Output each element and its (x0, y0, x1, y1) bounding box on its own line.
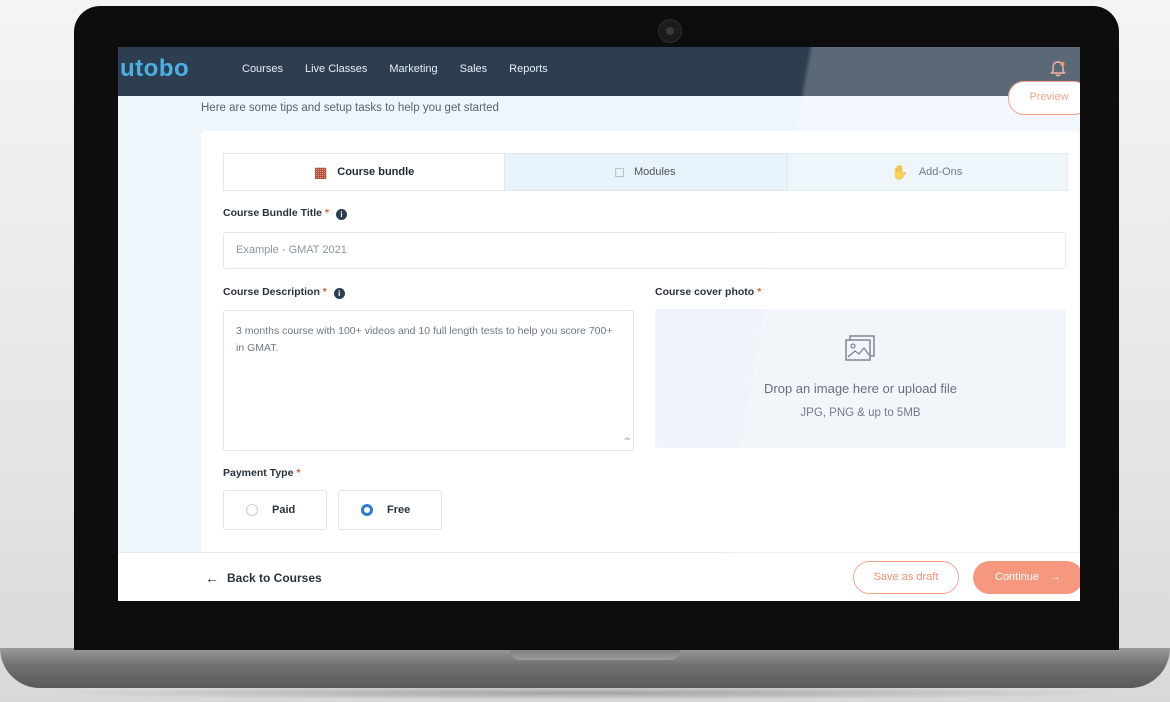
description-text: 3 months course with 100+ videos and 10 … (236, 325, 613, 354)
course-form-card: ▦ Course bundle □ Modules ✋ Add-Ons Cour… (201, 131, 1079, 601)
save-draft-button[interactable]: Save as draft (853, 561, 959, 594)
tab-label: Modules (633, 166, 676, 178)
nav-sales[interactable]: Sales (460, 63, 488, 75)
tab-label: Course bundle (337, 166, 415, 178)
required-mark: * (757, 286, 762, 298)
radio-selected-icon[interactable] (361, 504, 373, 516)
option-label: Free (387, 504, 411, 516)
option-label: Paid (272, 504, 296, 516)
webcam (658, 19, 682, 43)
tab-modules[interactable]: □ Modules (505, 154, 787, 190)
dropzone-title: Drop an image here or upload file (764, 381, 957, 396)
arrow-right-icon: → (1050, 571, 1062, 583)
course-bundle-title-input[interactable]: Example - GMAT 2021 (223, 232, 1066, 269)
laptop-shadow (40, 686, 1130, 700)
tab-add-ons[interactable]: ✋ Add-Ons (787, 154, 1067, 190)
app-screen: utobo Courses Live Classes Marketing Sal… (118, 47, 1080, 601)
preview-button[interactable]: Preview (1008, 81, 1080, 115)
main-nav: Courses Live Classes Marketing Sales Rep… (242, 63, 548, 75)
course-cover-photo-label: Course cover photo * (655, 286, 761, 298)
payment-option-paid[interactable]: Paid (223, 490, 327, 530)
tips-text: Here are some tips and setup tasks to he… (201, 102, 499, 114)
bundle-icon: ▦ (314, 163, 328, 180)
nav-marketing[interactable]: Marketing (389, 63, 437, 75)
arrow-left-icon: ← (205, 570, 219, 586)
course-description-textarea[interactable]: 3 months course with 100+ videos and 10 … (223, 310, 634, 451)
label-text: Payment Type (223, 467, 294, 479)
back-to-courses-link[interactable]: ← Back to Courses (205, 570, 322, 586)
nav-live-classes[interactable]: Live Classes (305, 63, 367, 75)
window-icon: □ (615, 164, 624, 180)
dropzone-subtitle: JPG, PNG & up to 5MB (800, 407, 921, 419)
continue-label: Continue (995, 571, 1040, 583)
course-bundle-title-label: Course Bundle Title * i (223, 207, 347, 220)
cover-photo-dropzone[interactable]: Drop an image here or upload file JPG, P… (655, 309, 1066, 448)
payment-type-label: Payment Type * (223, 467, 300, 479)
radio-unselected-icon[interactable] (246, 504, 258, 516)
resize-handle-icon[interactable]: ∸ (623, 431, 631, 448)
hand-icon: ✋ (891, 163, 909, 180)
label-text: Course Description (223, 286, 320, 298)
nav-reports[interactable]: Reports (509, 63, 548, 75)
form-tabs: ▦ Course bundle □ Modules ✋ Add-Ons (223, 153, 1068, 191)
top-navbar: utobo Courses Live Classes Marketing Sal… (118, 47, 1080, 96)
tab-label: Add-Ons (918, 166, 963, 178)
required-mark: * (324, 207, 330, 219)
info-icon[interactable]: i (335, 209, 347, 220)
info-icon[interactable]: i (333, 288, 345, 299)
required-mark: * (296, 467, 301, 479)
image-icon (845, 335, 875, 361)
logo[interactable]: utobo (120, 55, 189, 83)
payment-option-free[interactable]: Free (338, 490, 442, 530)
label-text: Course Bundle Title (223, 207, 322, 219)
tab-course-bundle[interactable]: ▦ Course bundle (224, 154, 506, 190)
form-footer: ← Back to Courses Save as draft Continue… (118, 552, 1080, 601)
course-description-label: Course Description * i (223, 286, 345, 299)
label-text: Course cover photo (655, 286, 755, 298)
required-mark: * (322, 286, 327, 298)
back-label: Back to Courses (227, 571, 322, 585)
bell-icon[interactable] (1048, 59, 1068, 79)
nav-courses[interactable]: Courses (242, 63, 283, 75)
continue-button[interactable]: Continue → (973, 561, 1080, 594)
